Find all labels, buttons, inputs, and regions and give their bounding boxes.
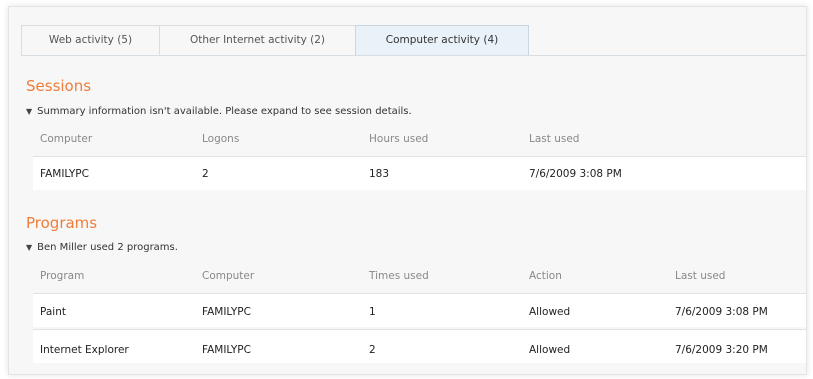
triangle-down-icon: ▼ (26, 107, 33, 116)
table-row[interactable] (33, 156, 806, 190)
program-name: Internet Explorer (40, 344, 129, 356)
sessions-expander[interactable]: ▼ Summary information isn't available. P… (26, 106, 412, 117)
row-divider (33, 156, 806, 157)
program-action: Allowed (529, 344, 571, 356)
program-last-used: 7/6/2009 3:20 PM (675, 344, 768, 356)
session-computer: FAMILYPC (40, 168, 89, 180)
programs-col-last-used: Last used (675, 270, 726, 282)
row-divider (33, 329, 806, 330)
sessions-col-computer: Computer (40, 133, 93, 145)
program-times-used: 1 (369, 306, 376, 318)
session-logons: 2 (202, 168, 209, 180)
program-action: Allowed (529, 306, 571, 318)
sessions-col-last-used: Last used (529, 133, 580, 145)
tab-computer-activity[interactable]: Computer activity (4) (355, 25, 529, 56)
programs-col-action: Action (529, 270, 562, 282)
programs-col-computer: Computer (202, 270, 255, 282)
programs-col-times-used: Times used (369, 270, 429, 282)
session-hours-used: 183 (369, 168, 390, 180)
sessions-col-logons: Logons (202, 133, 240, 145)
program-times-used: 2 (369, 344, 376, 356)
tab-other-internet-activity[interactable]: Other Internet activity (2) (159, 25, 356, 55)
sessions-summary: Summary information isn't available. Ple… (37, 106, 412, 117)
tab-divider (21, 55, 806, 56)
row-divider (33, 293, 806, 294)
program-last-used: 7/6/2009 3:08 PM (675, 306, 768, 318)
programs-col-program: Program (40, 270, 85, 282)
programs-expander[interactable]: ▼ Ben Miller used 2 programs. (26, 242, 178, 253)
session-last-used: 7/6/2009 3:08 PM (529, 168, 622, 180)
program-computer: FAMILYPC (202, 344, 251, 356)
program-name: Paint (40, 306, 66, 318)
programs-summary: Ben Miller used 2 programs. (37, 242, 178, 253)
program-computer: FAMILYPC (202, 306, 251, 318)
programs-title: Programs (26, 214, 98, 232)
tab-web-activity[interactable]: Web activity (5) (21, 25, 160, 55)
sessions-title: Sessions (26, 77, 92, 95)
sessions-col-hours-used: Hours used (369, 133, 429, 145)
triangle-down-icon: ▼ (26, 243, 33, 252)
activity-panel: Web activity (5) Other Internet activity… (8, 6, 807, 375)
tab-strip: Web activity (5) Other Internet activity… (21, 25, 529, 56)
